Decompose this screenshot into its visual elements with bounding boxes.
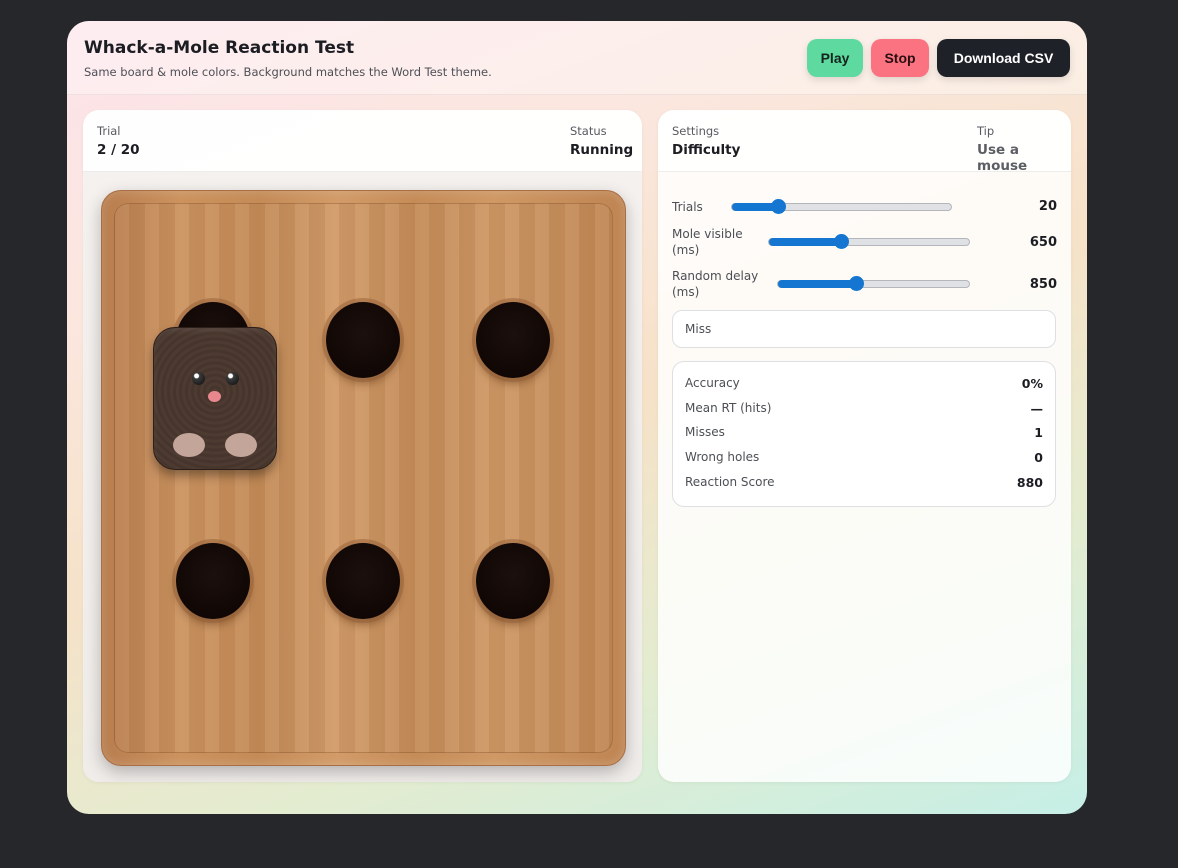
board-inner xyxy=(114,203,613,753)
slider-value-mole-visible: 650 xyxy=(1029,235,1057,250)
feedback-box: Miss xyxy=(672,310,1056,348)
stats-box: Accuracy 0% Mean RT (hits) — Misses 1 Wr… xyxy=(672,361,1056,507)
mole-right-paw xyxy=(225,433,257,457)
tip-label: Tip xyxy=(977,124,995,138)
slider-label-mole-visible: Mole visible (ms) xyxy=(672,227,743,257)
page-title: Whack-a-Mole Reaction Test xyxy=(84,38,355,58)
stat-row: Wrong holes 0 xyxy=(685,450,1043,468)
settings-panel-header: Settings Difficulty Tip Use a mouse xyxy=(658,110,1071,174)
hole-4[interactable] xyxy=(176,543,250,619)
header: Whack-a-Mole Reaction Test Same board & … xyxy=(67,21,1087,95)
mole-visible-slider[interactable] xyxy=(768,234,970,249)
random-delay-slider-fill xyxy=(778,280,857,288)
trials-slider[interactable] xyxy=(731,199,952,214)
stat-label-wrong-holes: Wrong holes xyxy=(685,450,760,464)
stat-label-misses: Misses xyxy=(685,425,725,439)
slider-value-trials: 20 xyxy=(1038,199,1057,214)
trial-value: 2 / 20 xyxy=(97,142,140,158)
mole-visible-slider-fill xyxy=(769,238,841,246)
hole-5[interactable] xyxy=(326,543,400,619)
random-delay-slider[interactable] xyxy=(777,276,970,291)
board-area xyxy=(83,172,642,782)
slider-row-trials: Trials 20 xyxy=(672,198,1057,216)
trial-label: Trial xyxy=(97,124,121,138)
tip-value: Use a mouse xyxy=(977,142,1028,174)
slider-label-random-delay: Random delay (ms) xyxy=(672,269,759,299)
mole-right-eye xyxy=(226,372,239,385)
mole-left-paw xyxy=(173,433,205,457)
stat-value-wrong-holes: 0 xyxy=(1034,450,1043,465)
slider-row-random-delay: Random delay (ms) 850 xyxy=(672,268,1057,302)
stat-value-misses: 1 xyxy=(1034,425,1043,440)
app-window: Whack-a-Mole Reaction Test Same board & … xyxy=(67,21,1087,814)
hole-2[interactable] xyxy=(326,302,400,378)
stop-button[interactable]: Stop xyxy=(871,39,929,77)
stat-label-reaction-score: Reaction Score xyxy=(685,475,775,489)
settings-label: Settings xyxy=(672,124,720,138)
mole-nose xyxy=(208,391,221,402)
slider-value-random-delay: 850 xyxy=(1029,277,1057,292)
hole-3[interactable] xyxy=(476,302,550,378)
stat-row: Misses 1 xyxy=(685,425,1043,443)
stat-value-reaction-score: 880 xyxy=(1016,475,1043,490)
stat-row: Accuracy 0% xyxy=(685,376,1043,394)
stat-value-mean-rt: — xyxy=(1030,401,1044,416)
status-label: Status xyxy=(570,124,607,138)
stat-label-mean-rt: Mean RT (hits) xyxy=(685,401,772,415)
mole-visible-slider-thumb[interactable] xyxy=(834,234,849,249)
mole[interactable] xyxy=(153,327,277,470)
play-button[interactable]: Play xyxy=(807,39,863,77)
hole-6[interactable] xyxy=(476,543,550,619)
page-subtitle: Same board & mole colors. Background mat… xyxy=(84,65,492,79)
settings-value: Difficulty xyxy=(672,142,741,158)
stat-value-accuracy: 0% xyxy=(1021,376,1043,391)
slider-row-mole-visible: Mole visible (ms) 650 xyxy=(672,226,1057,260)
download-csv-button[interactable]: Download CSV xyxy=(937,39,1070,77)
stat-row: Reaction Score 880 xyxy=(685,475,1043,493)
trials-slider-thumb[interactable] xyxy=(770,199,786,214)
stat-label-accuracy: Accuracy xyxy=(685,376,740,390)
feedback-text: Miss xyxy=(685,322,712,336)
stat-row: Mean RT (hits) — xyxy=(685,401,1043,419)
status-value: Running xyxy=(570,142,634,158)
settings-panel: Settings Difficulty Tip Use a mouse Tria… xyxy=(658,110,1071,782)
game-board xyxy=(101,190,626,766)
mole-left-eye xyxy=(192,372,205,385)
game-panel-header: Trial 2 / 20 Status Running xyxy=(83,110,642,172)
game-panel: Trial 2 / 20 Status Running xyxy=(83,110,642,782)
slider-label-trials: Trials xyxy=(672,200,703,214)
random-delay-slider-thumb[interactable] xyxy=(849,276,865,291)
